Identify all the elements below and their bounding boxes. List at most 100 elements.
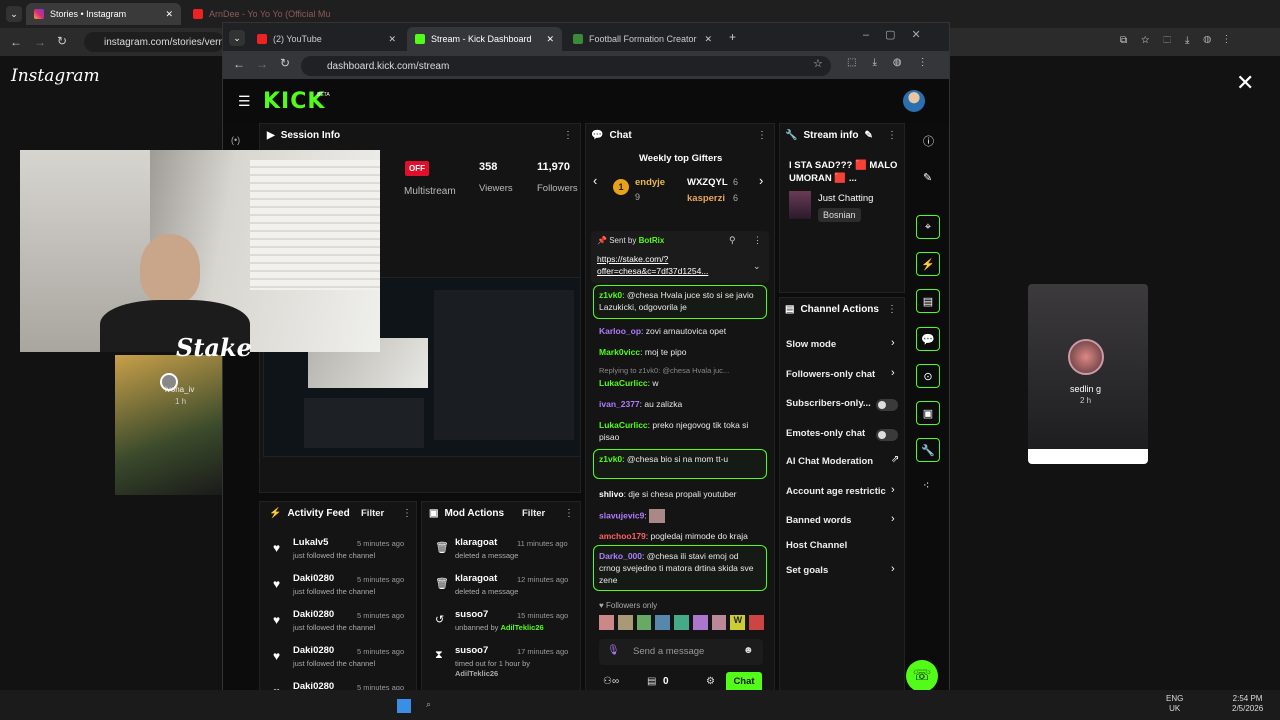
category-thumbnail[interactable] — [789, 191, 811, 219]
close-tab-icon[interactable]: ✕ — [546, 34, 554, 45]
emotes-only-toggle[interactable] — [876, 429, 898, 441]
ai-moderation-action[interactable]: AI Chat Moderation — [786, 456, 873, 467]
stream-info-menu-icon[interactable]: ⋮ — [887, 130, 897, 141]
chat-username[interactable]: LukaCurlicc — [599, 378, 648, 388]
microphone-icon[interactable]: 🎙 — [607, 645, 620, 656]
stream-category[interactable]: Just Chatting — [818, 193, 873, 204]
pencil-icon[interactable]: ✎ — [923, 171, 932, 184]
gifter-name[interactable]: kasperzi — [687, 193, 725, 204]
broadcast-icon[interactable]: (•) — [231, 135, 240, 145]
emote-icon[interactable] — [692, 615, 708, 630]
chat-username[interactable]: Darko_000 — [599, 551, 642, 561]
account-age-action[interactable]: Account age restrictic — [786, 486, 886, 497]
menu-icon[interactable]: ☰ — [238, 93, 251, 110]
kick-toolbar-icons[interactable]: ⬚⤓◍⋮ — [847, 57, 944, 68]
chat-username[interactable]: z1vk0 — [599, 290, 622, 300]
banned-words-action[interactable]: Banned words — [786, 515, 851, 526]
chevron-right-icon[interactable]: › — [891, 513, 895, 525]
mod-username[interactable]: klaragoat — [455, 537, 497, 548]
multistream-label[interactable]: Multistream — [404, 186, 456, 197]
screenshot-icon[interactable]: ⌖ — [916, 215, 940, 239]
emote-icon[interactable] — [636, 615, 652, 630]
wrench-icon[interactable]: 🔧 — [916, 438, 940, 462]
feed-username[interactable]: Daki0280 — [293, 573, 334, 584]
chat-username[interactable]: amchoo179 — [599, 531, 646, 541]
close-tab-icon[interactable]: ✕ — [165, 9, 173, 20]
emote-icon[interactable] — [599, 615, 614, 630]
clock[interactable]: 2:54 PM 2/5/2026 — [1232, 694, 1263, 714]
broadcast-icon[interactable]: ⊙ — [916, 364, 940, 388]
lightning-icon[interactable]: ⚡ — [916, 252, 940, 276]
external-link-icon[interactable]: ⇗ — [891, 454, 899, 465]
mod-username[interactable]: susoo7 — [455, 645, 488, 656]
tab-youtube[interactable]: (2) YouTube ✕ — [249, 27, 404, 51]
chat-icon[interactable]: 💬 — [916, 327, 940, 351]
tab-kick-dashboard[interactable]: Stream - Kick Dashboard ✕ — [407, 27, 562, 51]
gifter-name[interactable]: WXZQYL — [687, 177, 728, 188]
user-avatar[interactable] — [903, 90, 925, 112]
mod-filter-button[interactable]: Filter — [522, 508, 545, 519]
emoji-icon[interactable]: ☻ — [743, 645, 754, 656]
activity-menu-icon[interactable]: ⋮ — [402, 508, 412, 519]
chat-menu-icon[interactable]: ⋮ — [757, 130, 767, 141]
window-controls[interactable]: –▢✕ — [863, 28, 937, 41]
outer-tab-instagram[interactable]: Stories • Instagram ✕ — [26, 3, 181, 25]
host-channel-action[interactable]: Host Channel — [786, 540, 847, 551]
close-icon[interactable]: ✕ — [1236, 70, 1254, 96]
close-tab-icon[interactable]: ✕ — [704, 34, 712, 45]
instagram-story-preview-right[interactable]: sedlin g 2 h — [1028, 284, 1148, 464]
chat-username[interactable]: Mark0vicc — [599, 347, 640, 357]
set-goals-action[interactable]: Set goals — [786, 565, 828, 576]
emote-icon[interactable] — [674, 615, 689, 630]
chevron-right-icon[interactable]: › — [759, 173, 763, 188]
input-language[interactable]: ENG UK — [1166, 694, 1183, 714]
outer-url-bar[interactable]: instagram.com/stories/verne — [84, 32, 230, 52]
reload-icon[interactable]: ↻ — [57, 34, 67, 48]
subscribers-only-toggle[interactable] — [876, 399, 898, 411]
feed-username[interactable]: Daki0280 — [293, 645, 334, 656]
back-icon[interactable]: ← — [233, 57, 245, 71]
forward-icon[interactable]: → — [256, 57, 268, 71]
info-icon[interactable]: ⓘ — [923, 133, 934, 149]
tab-search-icon[interactable]: ⌄ — [6, 6, 22, 22]
gifter-name[interactable]: endyje — [635, 177, 665, 188]
pinned-message[interactable]: 📌 Sent by BotRix ⚲ ⋮ https://stake.com/?… — [591, 231, 769, 283]
emote-icon[interactable] — [655, 615, 671, 630]
channel-actions-menu-icon[interactable]: ⋮ — [887, 304, 897, 315]
reload-icon[interactable]: ↻ — [280, 56, 290, 70]
dots-icon[interactable]: ⁖ — [923, 479, 929, 492]
outer-toolbar-icons[interactable]: ⧉☆⬚⤓◍⋮ — [1120, 35, 1242, 46]
mod-by-user[interactable]: AdilTeklic26 — [455, 669, 498, 678]
chevron-right-icon[interactable]: › — [891, 484, 895, 496]
emote-icon[interactable] — [617, 615, 633, 630]
send-chat-button[interactable]: Chat — [726, 672, 762, 692]
emote-icon[interactable] — [749, 615, 765, 630]
instagram-story-preview-left[interactable]: ivona_iv 1 h — [115, 355, 223, 495]
mod-username[interactable]: susoo7 — [455, 609, 488, 620]
chat-username[interactable]: shlivo — [599, 489, 624, 499]
activity-filter-button[interactable]: Filter — [361, 508, 384, 519]
emote-icon[interactable] — [711, 615, 727, 630]
pinned-user[interactable]: BotRix — [639, 236, 665, 245]
emote-icon[interactable]: W — [730, 615, 746, 630]
forward-icon[interactable]: → — [34, 35, 46, 49]
chat-reply-context[interactable]: Replying to z1vk0: @chesa Hvala juc... — [599, 365, 769, 377]
chat-username[interactable]: slavujevic9 — [599, 510, 644, 520]
message-input[interactable]: 🎙 Send a message ☻ — [599, 639, 763, 665]
chevron-right-icon[interactable]: › — [891, 367, 895, 379]
chevron-right-icon[interactable]: › — [891, 563, 895, 575]
pin-toggle-icon[interactable]: ⚲ — [729, 235, 736, 246]
gift-icon[interactable]: ▤ — [647, 676, 656, 687]
chevron-right-icon[interactable]: › — [891, 337, 895, 349]
feed-username[interactable]: Daki0280 — [293, 609, 334, 620]
new-tab-icon[interactable]: + — [729, 30, 736, 44]
back-icon[interactable]: ← — [10, 35, 22, 49]
chat-username[interactable]: LukaCurlicc — [599, 420, 648, 430]
chat-username[interactable]: z1vk0 — [599, 454, 622, 464]
settings-icon[interactable]: ⚙ — [706, 676, 715, 687]
mod-menu-icon[interactable]: ⋮ — [564, 508, 574, 519]
slow-mode-action[interactable]: Slow mode — [786, 339, 836, 350]
mod-username[interactable]: klaragoat — [455, 573, 497, 584]
pinned-link[interactable]: https://stake.com/?offer=chesa&c=7df37d1… — [597, 253, 737, 277]
pinned-menu-icon[interactable]: ⋮ — [753, 235, 762, 246]
